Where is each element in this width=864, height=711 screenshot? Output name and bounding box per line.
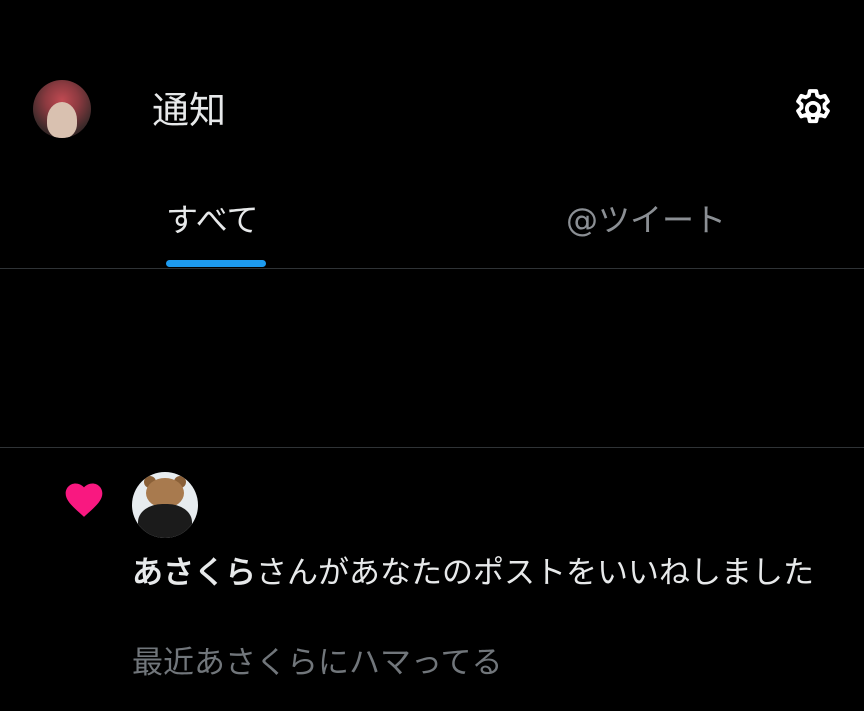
heart-icon [62,478,106,522]
notification-tabs: すべて @ツイート [0,190,864,268]
tab-mentions[interactable]: @ツイート [432,190,864,268]
notification-action-text: さんがあなたのポストをいいねしました [256,555,814,591]
user-avatar[interactable] [132,472,198,538]
tab-all-label: すべて [166,201,259,239]
gear-icon [796,89,830,124]
page-title: 通知 [152,89,226,132]
top-bar: 通知 [0,0,864,180]
tabs-divider [0,268,864,269]
tab-mentions-label: @ツイート [566,201,727,239]
notification-user-name[interactable]: あさくら [132,555,256,591]
tab-all[interactable]: すべて [0,190,432,268]
tab-active-indicator [166,260,266,267]
post-preview: 最近あさくらにハマってる [132,645,503,681]
notification-message: あさくらさんがあなたのポストをいいねしました [132,552,844,594]
notification-item[interactable]: あさくらさんがあなたのポストをいいねしました 最近あさくらにハマってる [0,448,864,711]
account-avatar[interactable] [33,80,91,138]
bear-body [138,504,192,538]
avatar-face [47,102,77,138]
settings-gear-icon[interactable] [790,86,836,132]
